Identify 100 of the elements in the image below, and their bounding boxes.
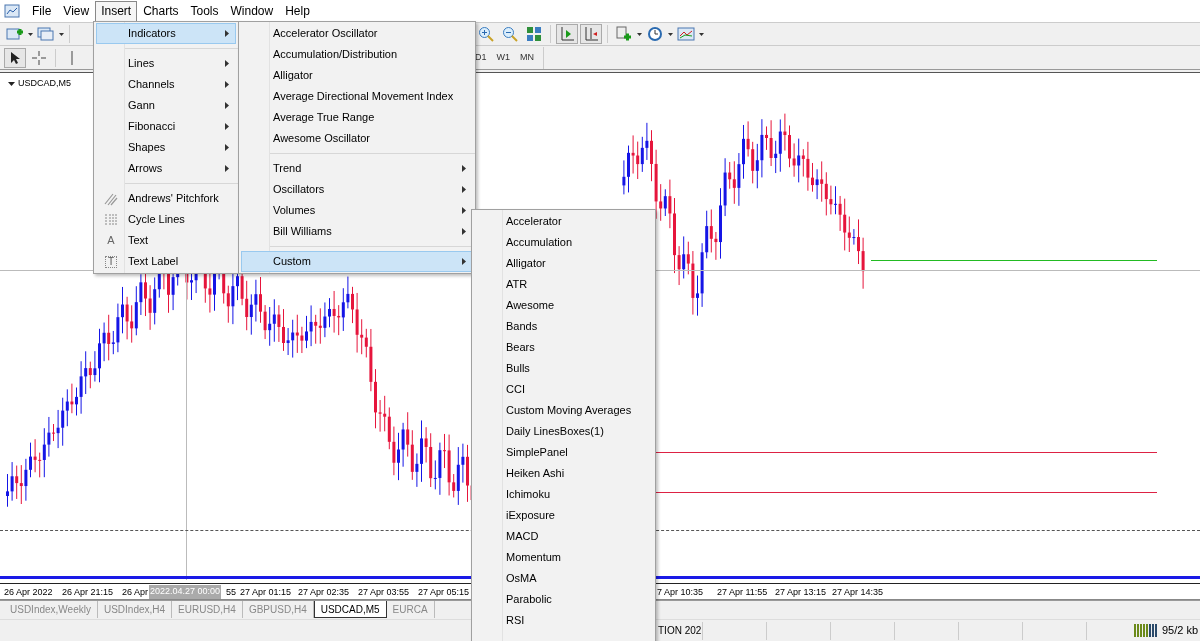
template-icon[interactable] — [677, 26, 695, 42]
submenu-arrow-icon — [225, 60, 229, 67]
time-axis-label: 27 Apr 01:15 — [240, 586, 292, 599]
menu-item[interactable]: Heiken Ashi — [474, 463, 653, 484]
menu-item[interactable]: Accelerator Oscillator — [241, 23, 473, 44]
menu-item[interactable]: Custom — [241, 251, 473, 272]
submenu-arrow-icon — [462, 165, 466, 172]
menu-item[interactable]: Alligator — [474, 253, 653, 274]
crosshair-icon[interactable] — [32, 50, 46, 65]
menu-item[interactable]: Momentum — [474, 547, 653, 568]
menu-item[interactable]: Alligator — [241, 65, 473, 86]
menu-item[interactable]: Daily LinesBoxes(1) — [474, 421, 653, 442]
chart-shift-icon[interactable] — [583, 26, 599, 42]
submenu-arrow-icon — [225, 102, 229, 109]
zoom-in-icon[interactable] — [478, 26, 494, 42]
app-icon — [4, 4, 20, 18]
collapse-triangle-icon — [8, 81, 15, 86]
traffic-text: 95/2 kb — [1162, 623, 1199, 639]
menu-item[interactable]: Average True Range — [241, 107, 473, 128]
menu-item[interactable]: Trend — [241, 158, 473, 179]
clock-icon[interactable] — [647, 26, 663, 42]
menu-bar-item[interactable]: View — [57, 0, 96, 22]
cursor-icon[interactable] — [9, 50, 21, 65]
submenu-arrow-icon — [225, 30, 229, 37]
time-axis-label: 27 Apr 02:35 — [298, 586, 350, 599]
menu-bar-item[interactable]: Insert — [95, 0, 138, 22]
menu-item[interactable]: Awesome — [474, 295, 653, 316]
menu-item[interactable]: SimplePanel — [474, 442, 653, 463]
submenu-arrow-icon — [462, 207, 466, 214]
menu-item[interactable]: Custom Moving Averages — [474, 400, 653, 421]
submenu-arrow-icon — [225, 144, 229, 151]
submenu-arrow-icon — [225, 81, 229, 88]
text-label-icon: T — [104, 255, 118, 268]
dropdown-caret-icon[interactable] — [59, 32, 64, 36]
connection-bars-icon — [1134, 624, 1158, 637]
menu-item[interactable]: Cycle Lines — [96, 209, 236, 230]
time-axis-label: 26 Apr 2022 — [4, 586, 53, 599]
submenu-arrow-icon — [462, 228, 466, 235]
time-axis-label: 55 — [226, 586, 236, 599]
pitchfork-icon — [104, 191, 118, 206]
menu-item[interactable]: A Text — [96, 230, 236, 251]
menu-item[interactable]: Bill Williams — [241, 221, 473, 242]
menu-item[interactable]: Bears — [474, 337, 653, 358]
submenu-arrow-icon — [225, 123, 229, 130]
menu-item[interactable]: Indicators — [96, 23, 236, 44]
menu-item[interactable]: Channels — [96, 74, 236, 95]
menu-item[interactable]: iExposure — [474, 505, 653, 526]
menu-item[interactable]: Oscillators — [241, 179, 473, 200]
menu-item[interactable]: Accelerator — [474, 211, 653, 232]
time-axis-label: 27 Apr 05:15 — [418, 586, 470, 599]
dropdown-caret-icon[interactable] — [668, 32, 673, 36]
time-axis-label: 26 Apr — [122, 586, 149, 599]
menu-item[interactable]: ATR — [474, 274, 653, 295]
tile-windows-icon[interactable] — [526, 26, 542, 42]
menu-item[interactable]: Ichimoku — [474, 484, 653, 505]
menu-bar-item[interactable]: Tools — [184, 0, 225, 22]
menu-bar-item[interactable]: Window — [224, 0, 280, 22]
timeframe-button[interactable]: MN — [516, 47, 538, 68]
cycle-lines-icon — [104, 212, 118, 227]
menu-item[interactable]: Parabolic — [474, 589, 653, 610]
menu-item[interactable]: Average Directional Movement Index — [241, 86, 473, 107]
menu-item[interactable]: Accumulation/Distribution — [241, 44, 473, 65]
time-axis-label: 27 Apr 11:55 — [717, 586, 768, 599]
menu-item[interactable]: Volumes — [241, 200, 473, 221]
menu-item[interactable]: Shapes — [96, 137, 236, 158]
menu-bar-item[interactable]: File — [26, 0, 58, 22]
menu-bar-item[interactable]: Help — [279, 0, 316, 22]
menu-item[interactable]: Lines — [96, 53, 236, 74]
submenu-arrow-icon — [462, 186, 466, 193]
time-axis-label: 27 Apr 13:15 — [775, 586, 827, 599]
auto-scroll-icon[interactable] — [559, 26, 575, 42]
submenu-arrow-icon — [225, 165, 229, 172]
menu-item[interactable]: Awesome Oscillator — [241, 128, 473, 149]
menu-item[interactable]: Bands — [474, 316, 653, 337]
crosshair-time-label: 2022.04.27 00:00 — [149, 585, 222, 599]
menu-item[interactable]: Bulls — [474, 358, 653, 379]
status-profile-text: TION 202 — [658, 624, 702, 638]
menu-item[interactable]: Andrews' Pitchfork — [96, 188, 236, 209]
dropdown-caret-icon[interactable] — [28, 32, 33, 36]
dropdown-caret-icon[interactable] — [699, 32, 704, 36]
time-axis-label: 26 Apr 21:15 — [62, 586, 114, 599]
vertical-line-icon[interactable] — [70, 50, 74, 65]
menu-item[interactable]: Gann — [96, 95, 236, 116]
menu-bar-item[interactable]: Charts — [137, 0, 185, 22]
menu-item[interactable]: Fibonacci — [96, 116, 236, 137]
menu-item[interactable]: CCI — [474, 379, 653, 400]
menu-item[interactable]: OsMA — [474, 568, 653, 589]
dropdown-caret-icon[interactable] — [637, 32, 642, 36]
timeframe-button[interactable]: D1 — [471, 47, 491, 68]
text-icon: A — [107, 235, 115, 246]
menu-item[interactable]: MACD — [474, 526, 653, 547]
chart-symbol-title: USDCAD,M5 — [18, 77, 71, 90]
menu-item[interactable]: RSI — [474, 610, 653, 631]
timeframe-button[interactable]: W1 — [492, 47, 514, 68]
menu-item[interactable]: Accumulation — [474, 232, 653, 253]
menu-item[interactable]: Arrows — [96, 158, 236, 179]
chart-tab[interactable]: USDCAD,M5 — [313, 601, 387, 618]
submenu-arrow-icon — [462, 258, 466, 265]
zoom-out-icon[interactable] — [502, 26, 518, 42]
menu-item[interactable]: T Text Label — [96, 251, 236, 272]
